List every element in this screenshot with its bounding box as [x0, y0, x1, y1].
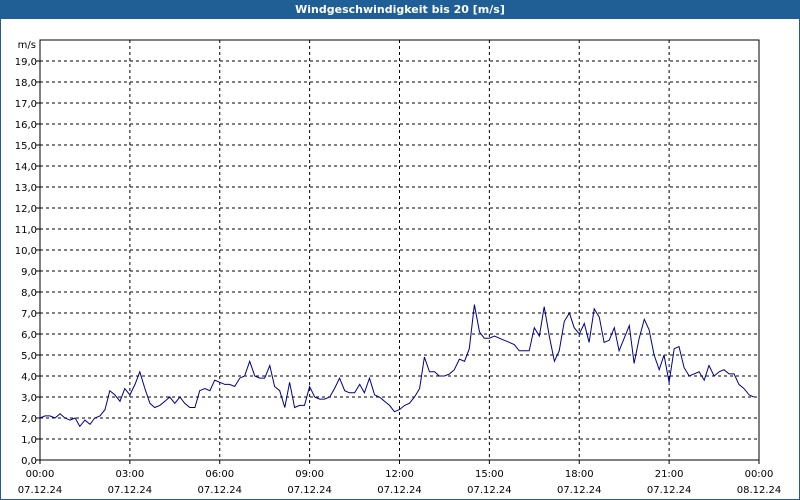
- y-tick-label: 18,0: [15, 78, 37, 89]
- y-tick-label: 10,0: [15, 246, 37, 257]
- y-tick-label: 6,0: [21, 330, 37, 341]
- y-tick-labels: 0,0 1,0 2,0 3,0 4,0 5,0 6,0 7,0 8,0 9,0 10,0 11,0 12…: [15, 57, 37, 467]
- y-tick-label: 17,0: [15, 99, 37, 110]
- x-tick-time: 00:00: [26, 469, 55, 480]
- y-axis-label: m/s: [18, 40, 36, 51]
- y-tick-label: 1,0: [21, 435, 37, 446]
- y-tick-label: 13,0: [15, 183, 37, 194]
- y-tick-label: 15,0: [15, 141, 37, 152]
- x-tick-time: 06:00: [205, 469, 234, 480]
- y-tick-label: 0,0: [21, 456, 37, 467]
- series-line: [39, 304, 755, 428]
- x-tick-date: 07.12.24: [377, 485, 422, 496]
- y-tick-label: 4,0: [21, 372, 37, 383]
- chart-area: 0,0 1,0 2,0 3,0 4,0 5,0 6,0 7,0 8,0 9,0 10,0 11,0 12…: [15, 39, 782, 496]
- y-tick-label: 12,0: [15, 204, 37, 215]
- y-tick-label: 11,0: [15, 225, 37, 236]
- x-tick-time: 00:00: [745, 469, 774, 480]
- y-tick-label: 19,0: [15, 57, 37, 68]
- y-tick-label: 16,0: [15, 120, 37, 131]
- y-tick-label: 5,0: [21, 351, 37, 362]
- y-tick-label: 2,0: [21, 414, 37, 425]
- y-tick-label: 9,0: [21, 267, 37, 278]
- x-tick-date: 07.12.24: [467, 485, 512, 496]
- y-tick-label: 7,0: [21, 309, 37, 320]
- x-tick-date: 07.12.24: [197, 485, 242, 496]
- x-tick-time: 03:00: [115, 469, 144, 480]
- axes: [36, 39, 760, 464]
- y-tick-label: 3,0: [21, 393, 37, 404]
- x-tick-labels: 00:00 07.12.24 03:00 07.12.24 06:00 07.12.24 0…: [18, 469, 782, 496]
- x-tick-date: 08.12.24: [737, 485, 782, 496]
- x-tick-time: 12:00: [385, 469, 414, 480]
- x-tick-time: 21:00: [655, 469, 684, 480]
- x-tick-date: 07.12.24: [108, 485, 153, 496]
- x-tick-date: 07.12.24: [18, 485, 63, 496]
- x-tick-time: 18:00: [565, 469, 594, 480]
- x-tick-time: 09:00: [295, 469, 324, 480]
- x-tick-date: 07.12.24: [287, 485, 332, 496]
- x-tick-date: 07.12.24: [647, 485, 692, 496]
- y-tick-label: 8,0: [21, 288, 37, 299]
- y-tick-label: 14,0: [15, 162, 37, 173]
- x-tick-time: 15:00: [475, 469, 504, 480]
- x-tick-date: 07.12.24: [557, 485, 602, 496]
